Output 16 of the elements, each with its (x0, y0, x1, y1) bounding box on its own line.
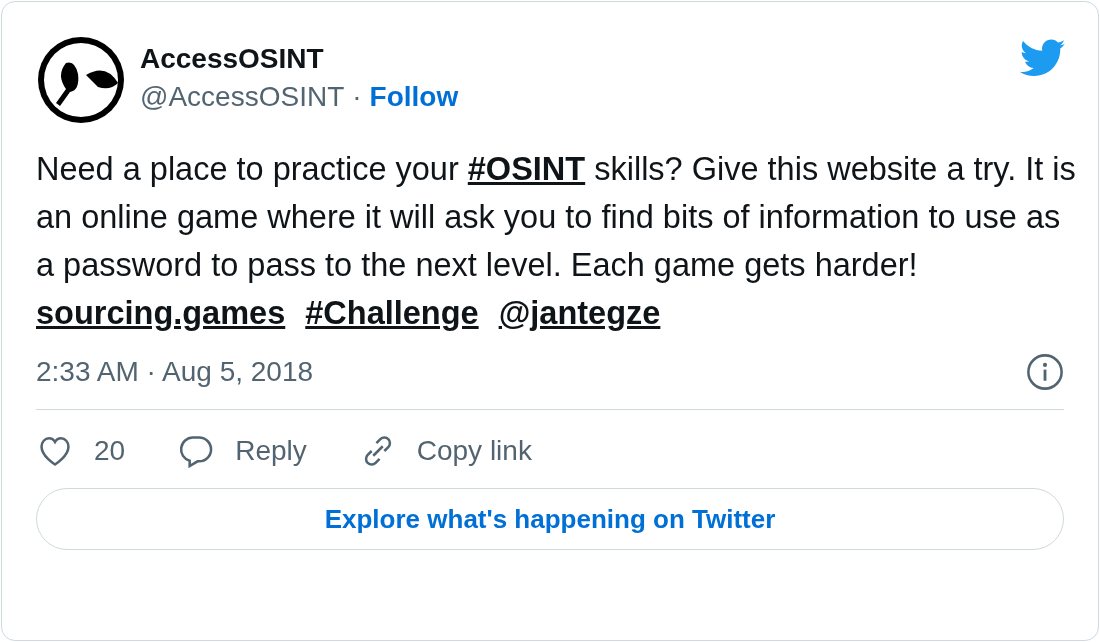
explore-button[interactable]: Explore what's happening on Twitter (36, 488, 1064, 550)
action-label[interactable]: Copy link (416, 435, 532, 467)
tweet-text: Need a place to practice your #OSINT skills? Give this website a try. It is an online game where it will ask you to find bits of information to use as a password to pass to the next level. Each game gets harder! (36, 150, 1076, 285)
info-icon[interactable] (1026, 353, 1064, 391)
tweet-link[interactable]: sourcing.games (36, 289, 286, 337)
follow-link[interactable]: Follow (369, 77, 459, 117)
action-label[interactable]: 20 (94, 435, 126, 467)
timestamp[interactable]: 2:33 AM · Aug 5, 2018 (36, 356, 314, 388)
tweet-link[interactable]: @jantegze (498, 289, 661, 337)
author-name[interactable]: AccessOSINT (140, 41, 459, 77)
tweet-link[interactable]: #Challenge (305, 289, 479, 337)
action-label[interactable]: Reply (235, 435, 307, 467)
hashtag-link[interactable]: #OSINT (467, 151, 586, 187)
author-handle[interactable]: @AccessOSINT (140, 77, 345, 117)
separator-dot: · (352, 80, 362, 114)
avatar-icon[interactable] (36, 35, 126, 125)
